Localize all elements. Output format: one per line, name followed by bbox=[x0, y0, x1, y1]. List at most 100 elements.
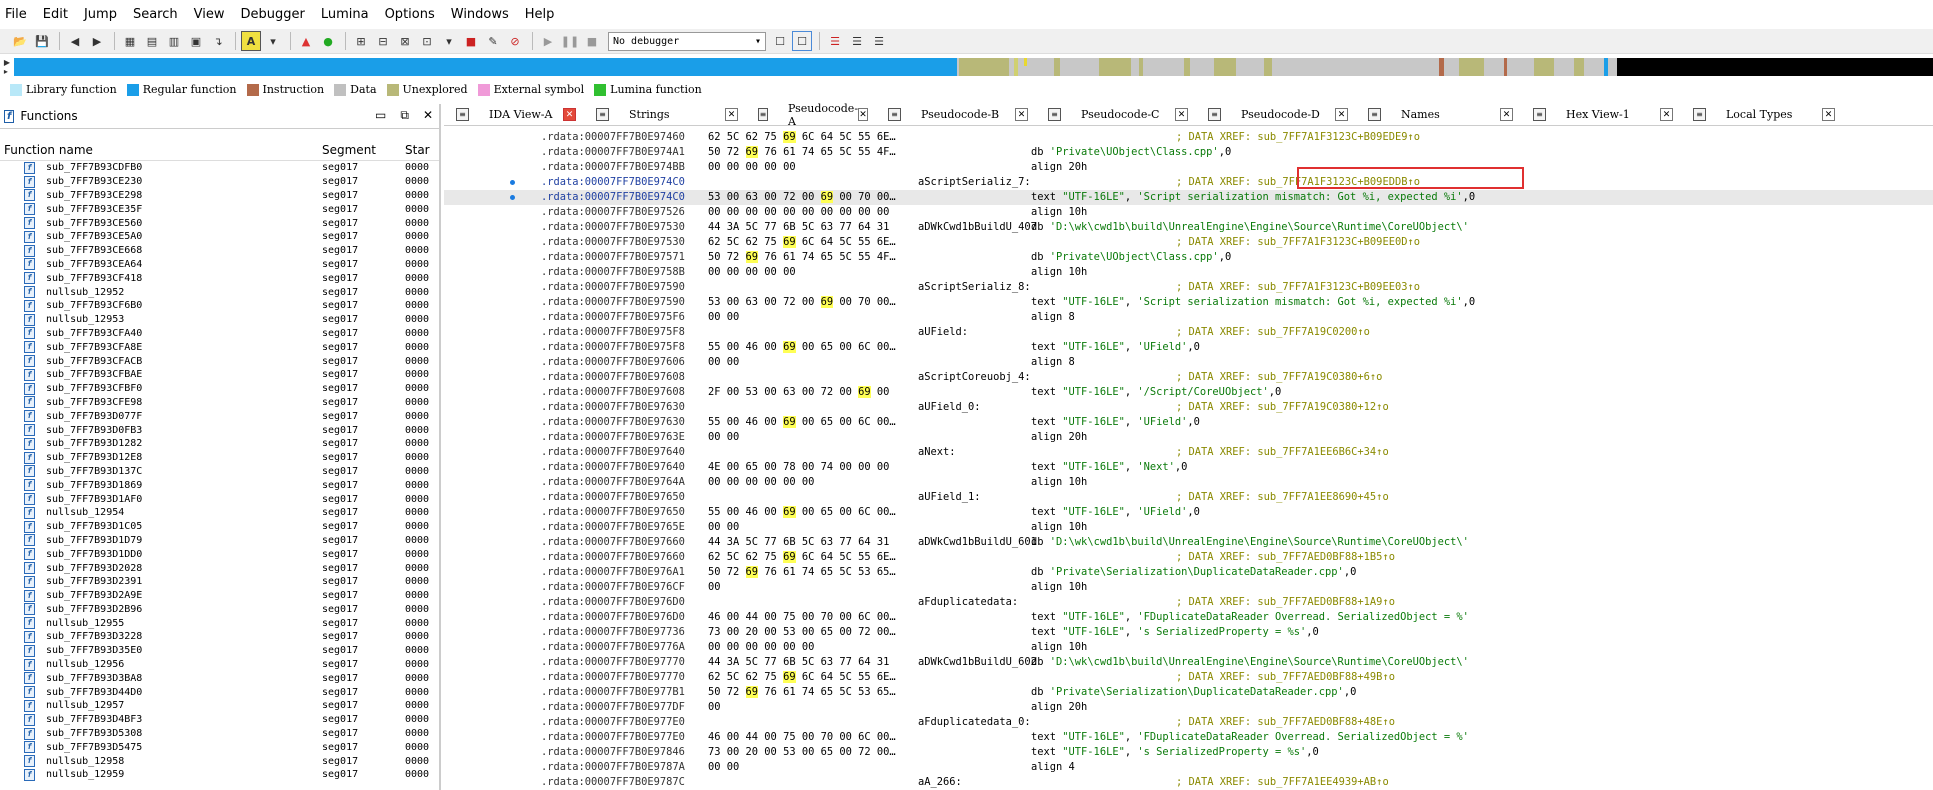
disasm-label[interactable]: aDWkCwd1bBuildU_407 bbox=[918, 220, 1037, 235]
disasm-label[interactable]: aFduplicatedata: bbox=[918, 595, 1018, 610]
disasm-line[interactable]: .rdata:00007FF7B0E9764A 00 00 00 00 00 00… bbox=[444, 475, 1933, 490]
disasm-line[interactable]: .rdata:00007FF7B0E9787C aA_266: ; DATA XRE… bbox=[444, 775, 1933, 790]
disasm-line[interactable]: .rdata:00007FF7B0E97530 62 5C 62 75 69 6C… bbox=[444, 235, 1933, 250]
disasm-label[interactable]: aDWkCwd1bBuildU_602 bbox=[918, 655, 1037, 670]
disasm-line[interactable]: .rdata:00007FF7B0E97606 00 00 align 8 bbox=[444, 355, 1933, 370]
disasm-line[interactable]: .rdata:00007FF7B0E97770 44 3A 5C 77 6B 5C… bbox=[444, 655, 1933, 670]
disasm-line[interactable]: .rdata:00007FF7B0E976D0 46 00 44 00 75 00… bbox=[444, 610, 1933, 625]
bookmark-icon[interactable]: ▤ bbox=[142, 31, 162, 51]
disasm-line[interactable]: .rdata:00007FF7B0E97640 aNext: ; DATA XREF… bbox=[444, 445, 1933, 460]
hex-icon[interactable]: ▣ bbox=[186, 31, 206, 51]
function-row[interactable]: f sub_7FF7B93CE230 seg017 0000 bbox=[0, 175, 439, 189]
disasm-line[interactable]: .rdata:00007FF7B0E976CF 00 align 10h bbox=[444, 580, 1933, 595]
function-row[interactable]: f nullsub_12952 seg017 0000 bbox=[0, 285, 439, 299]
disasm-label[interactable]: aScriptSerializ_8: bbox=[918, 280, 1031, 295]
function-row[interactable]: f sub_7FF7B93D2391 seg017 0000 bbox=[0, 575, 439, 589]
forward-icon[interactable]: ▶ bbox=[87, 31, 107, 51]
stop-debug-icon[interactable]: ■ bbox=[582, 31, 602, 51]
disasm-xref-comment[interactable]: ; DATA XREF: sub_7FF7A1F3123C+B09EE0D↑o bbox=[1176, 235, 1420, 250]
function-row[interactable]: f sub_7FF7B93CFBF0 seg017 0000 bbox=[0, 382, 439, 396]
disasm-xref-comment[interactable]: ; DATA XREF: sub_7FF7AED0BF88+1A9↑o bbox=[1176, 595, 1395, 610]
function-row[interactable]: f sub_7FF7B93D3BA8 seg017 0000 bbox=[0, 671, 439, 685]
jump-icon[interactable]: ↴ bbox=[208, 31, 228, 51]
function-row[interactable]: f sub_7FF7B93D137C seg017 0000 bbox=[0, 465, 439, 479]
tab-strings[interactable]: ≡ Strings ✕ bbox=[584, 104, 746, 126]
text-view-icon[interactable]: ▥ bbox=[164, 31, 184, 51]
function-row[interactable]: f sub_7FF7B93CE5A0 seg017 0000 bbox=[0, 230, 439, 244]
tab-pseudocode-c[interactable]: ≡ Pseudocode-C ✕ bbox=[1036, 104, 1196, 126]
disasm-line[interactable]: .rdata:00007FF7B0E9763E 00 00 align 20h bbox=[444, 430, 1933, 445]
function-row[interactable]: f sub_7FF7B93CFACB seg017 0000 bbox=[0, 354, 439, 368]
disasm-line[interactable]: .rdata:00007FF7B0E975F6 00 00 align 8 bbox=[444, 310, 1933, 325]
function-row[interactable]: f nullsub_12957 seg017 0000 bbox=[0, 699, 439, 713]
tab-close-icon[interactable]: ✕ bbox=[1015, 108, 1028, 121]
disasm-line[interactable]: .rdata:00007FF7B0E97660 44 3A 5C 77 6B 5C… bbox=[444, 535, 1933, 550]
tab-close-icon[interactable]: ✕ bbox=[1500, 108, 1513, 121]
function-row[interactable]: f sub_7FF7B93CE35F seg017 0000 bbox=[0, 202, 439, 216]
disasm-line[interactable]: .rdata:00007FF7B0E97530 44 3A 5C 77 6B 5C… bbox=[444, 220, 1933, 235]
imports-icon[interactable]: ■ bbox=[461, 31, 481, 51]
function-row[interactable]: f sub_7FF7B93CE560 seg017 0000 bbox=[0, 216, 439, 230]
watch-icon[interactable]: ☰ bbox=[869, 31, 889, 51]
functions-icon[interactable]: ⊞ bbox=[351, 31, 371, 51]
function-row[interactable]: f sub_7FF7B93D1869 seg017 0000 bbox=[0, 478, 439, 492]
disasm-xref-comment[interactable]: ; DATA XREF: sub_7FF7A1EE8690+45↑o bbox=[1176, 490, 1389, 505]
function-row[interactable]: f nullsub_12956 seg017 0000 bbox=[0, 658, 439, 672]
disasm-line[interactable]: .rdata:00007FF7B0E97736 73 00 20 00 53 00… bbox=[444, 625, 1933, 640]
disasm-label[interactable]: aFduplicatedata_0: bbox=[918, 715, 1031, 730]
tab-pseudocode-a[interactable]: ≡ Pseudocode-A ✕ bbox=[746, 102, 876, 128]
tab-close-icon[interactable]: ✕ bbox=[1175, 108, 1188, 121]
disasm-line[interactable]: .rdata:00007FF7B0E97650 aUField_1: ; DATA … bbox=[444, 490, 1933, 505]
navigation-band[interactable]: ▶ ▸ bbox=[0, 56, 1933, 78]
disasm-label[interactable]: aA_266: bbox=[918, 775, 962, 790]
disasm-xref-comment[interactable]: ; DATA XREF: sub_7FF7AED0BF88+1B5↑o bbox=[1176, 550, 1395, 565]
disasm-xref-comment[interactable]: ; DATA XREF: sub_7FF7A19C0380+6↑o bbox=[1176, 370, 1382, 385]
breakpoint-bullet-icon[interactable] bbox=[510, 195, 515, 200]
function-row[interactable]: f sub_7FF7B93D12E8 seg017 0000 bbox=[0, 451, 439, 465]
debugger-icon[interactable]: ✎ bbox=[483, 31, 503, 51]
function-row[interactable]: f sub_7FF7B93D0FB3 seg017 0000 bbox=[0, 423, 439, 437]
pause-icon[interactable]: ❚❚ bbox=[560, 31, 580, 51]
disasm-line[interactable]: .rdata:00007FF7B0E97608 aScriptCoreuobj_4… bbox=[444, 370, 1933, 385]
disasm-line[interactable]: .rdata:00007FF7B0E977E0 aFduplicatedata_0… bbox=[444, 715, 1933, 730]
menu-help[interactable]: Help bbox=[524, 5, 556, 24]
function-row[interactable]: f nullsub_12954 seg017 0000 bbox=[0, 506, 439, 520]
segments-icon[interactable]: ⊡ bbox=[417, 31, 437, 51]
column-start[interactable]: Star bbox=[399, 143, 439, 157]
dropdown-icon[interactable]: ▾ bbox=[263, 31, 283, 51]
function-row[interactable]: f sub_7FF7B93D2B96 seg017 0000 bbox=[0, 603, 439, 617]
breakpoint-bullet-icon[interactable] bbox=[510, 180, 515, 185]
function-row[interactable]: f sub_7FF7B93CFBAE seg017 0000 bbox=[0, 368, 439, 382]
menu-lumina[interactable]: Lumina bbox=[320, 5, 370, 24]
disasm-line[interactable]: .rdata:00007FF7B0E975F8 aUField: ; DATA XR… bbox=[444, 325, 1933, 340]
disasm-line[interactable]: .rdata:00007FF7B0E97650 55 00 46 00 69 00… bbox=[444, 505, 1933, 520]
disasm-label[interactable]: aUField: bbox=[918, 325, 968, 340]
tab-pseudocode-d[interactable]: ≡ Pseudocode-D ✕ bbox=[1196, 104, 1356, 126]
disasm-line[interactable]: .rdata:00007FF7B0E974A1 50 72 69 76 61 74… bbox=[444, 145, 1933, 160]
tab-ida-view-a[interactable]: ≡ IDA View-A ✕ bbox=[444, 104, 584, 126]
function-row[interactable]: f sub_7FF7B93CFA40 seg017 0000 bbox=[0, 327, 439, 341]
function-row[interactable]: f sub_7FF7B93CEA64 seg017 0000 bbox=[0, 258, 439, 272]
disasm-line[interactable]: .rdata:00007FF7B0E97630 55 00 46 00 69 00… bbox=[444, 415, 1933, 430]
disasm-label[interactable]: aUField_1: bbox=[918, 490, 981, 505]
string-icon[interactable]: A bbox=[241, 31, 261, 51]
exports-icon[interactable]: ▾ bbox=[439, 31, 459, 51]
tab-local-types[interactable]: ≡ Local Types ✕ bbox=[1681, 104, 1843, 126]
tab-close-icon[interactable]: ✕ bbox=[1660, 108, 1673, 121]
disasm-line[interactable]: .rdata:00007FF7B0E976D0 aFduplicatedata:;… bbox=[444, 595, 1933, 610]
function-row[interactable]: f nullsub_12955 seg017 0000 bbox=[0, 616, 439, 630]
column-segment[interactable]: Segment bbox=[316, 143, 399, 157]
tab-close-icon[interactable]: ✕ bbox=[1822, 108, 1835, 121]
function-row[interactable]: f sub_7FF7B93CE298 seg017 0000 bbox=[0, 189, 439, 203]
menu-view[interactable]: View bbox=[193, 5, 226, 24]
disasm-xref-comment[interactable]: ; DATA XREF: sub_7FF7AED0BF88+48E↑o bbox=[1176, 715, 1395, 730]
disasm-line[interactable]: .rdata:00007FF7B0E977DF 00 align 20h bbox=[444, 700, 1933, 715]
column-function-name[interactable]: Function name bbox=[0, 143, 316, 157]
disasm-line[interactable]: .rdata:00007FF7B0E975F8 55 00 46 00 69 00… bbox=[444, 340, 1933, 355]
lumina-icon[interactable]: ● bbox=[318, 31, 338, 51]
function-row[interactable]: f sub_7FF7B93D4BF3 seg017 0000 bbox=[0, 713, 439, 727]
menu-options[interactable]: Options bbox=[384, 5, 436, 24]
tab-close-icon[interactable]: ✕ bbox=[1335, 108, 1348, 121]
disasm-line[interactable]: .rdata:00007FF7B0E9787A 00 00 align 4 bbox=[444, 760, 1933, 775]
function-row[interactable]: f sub_7FF7B93CF6B0 seg017 0000 bbox=[0, 299, 439, 313]
